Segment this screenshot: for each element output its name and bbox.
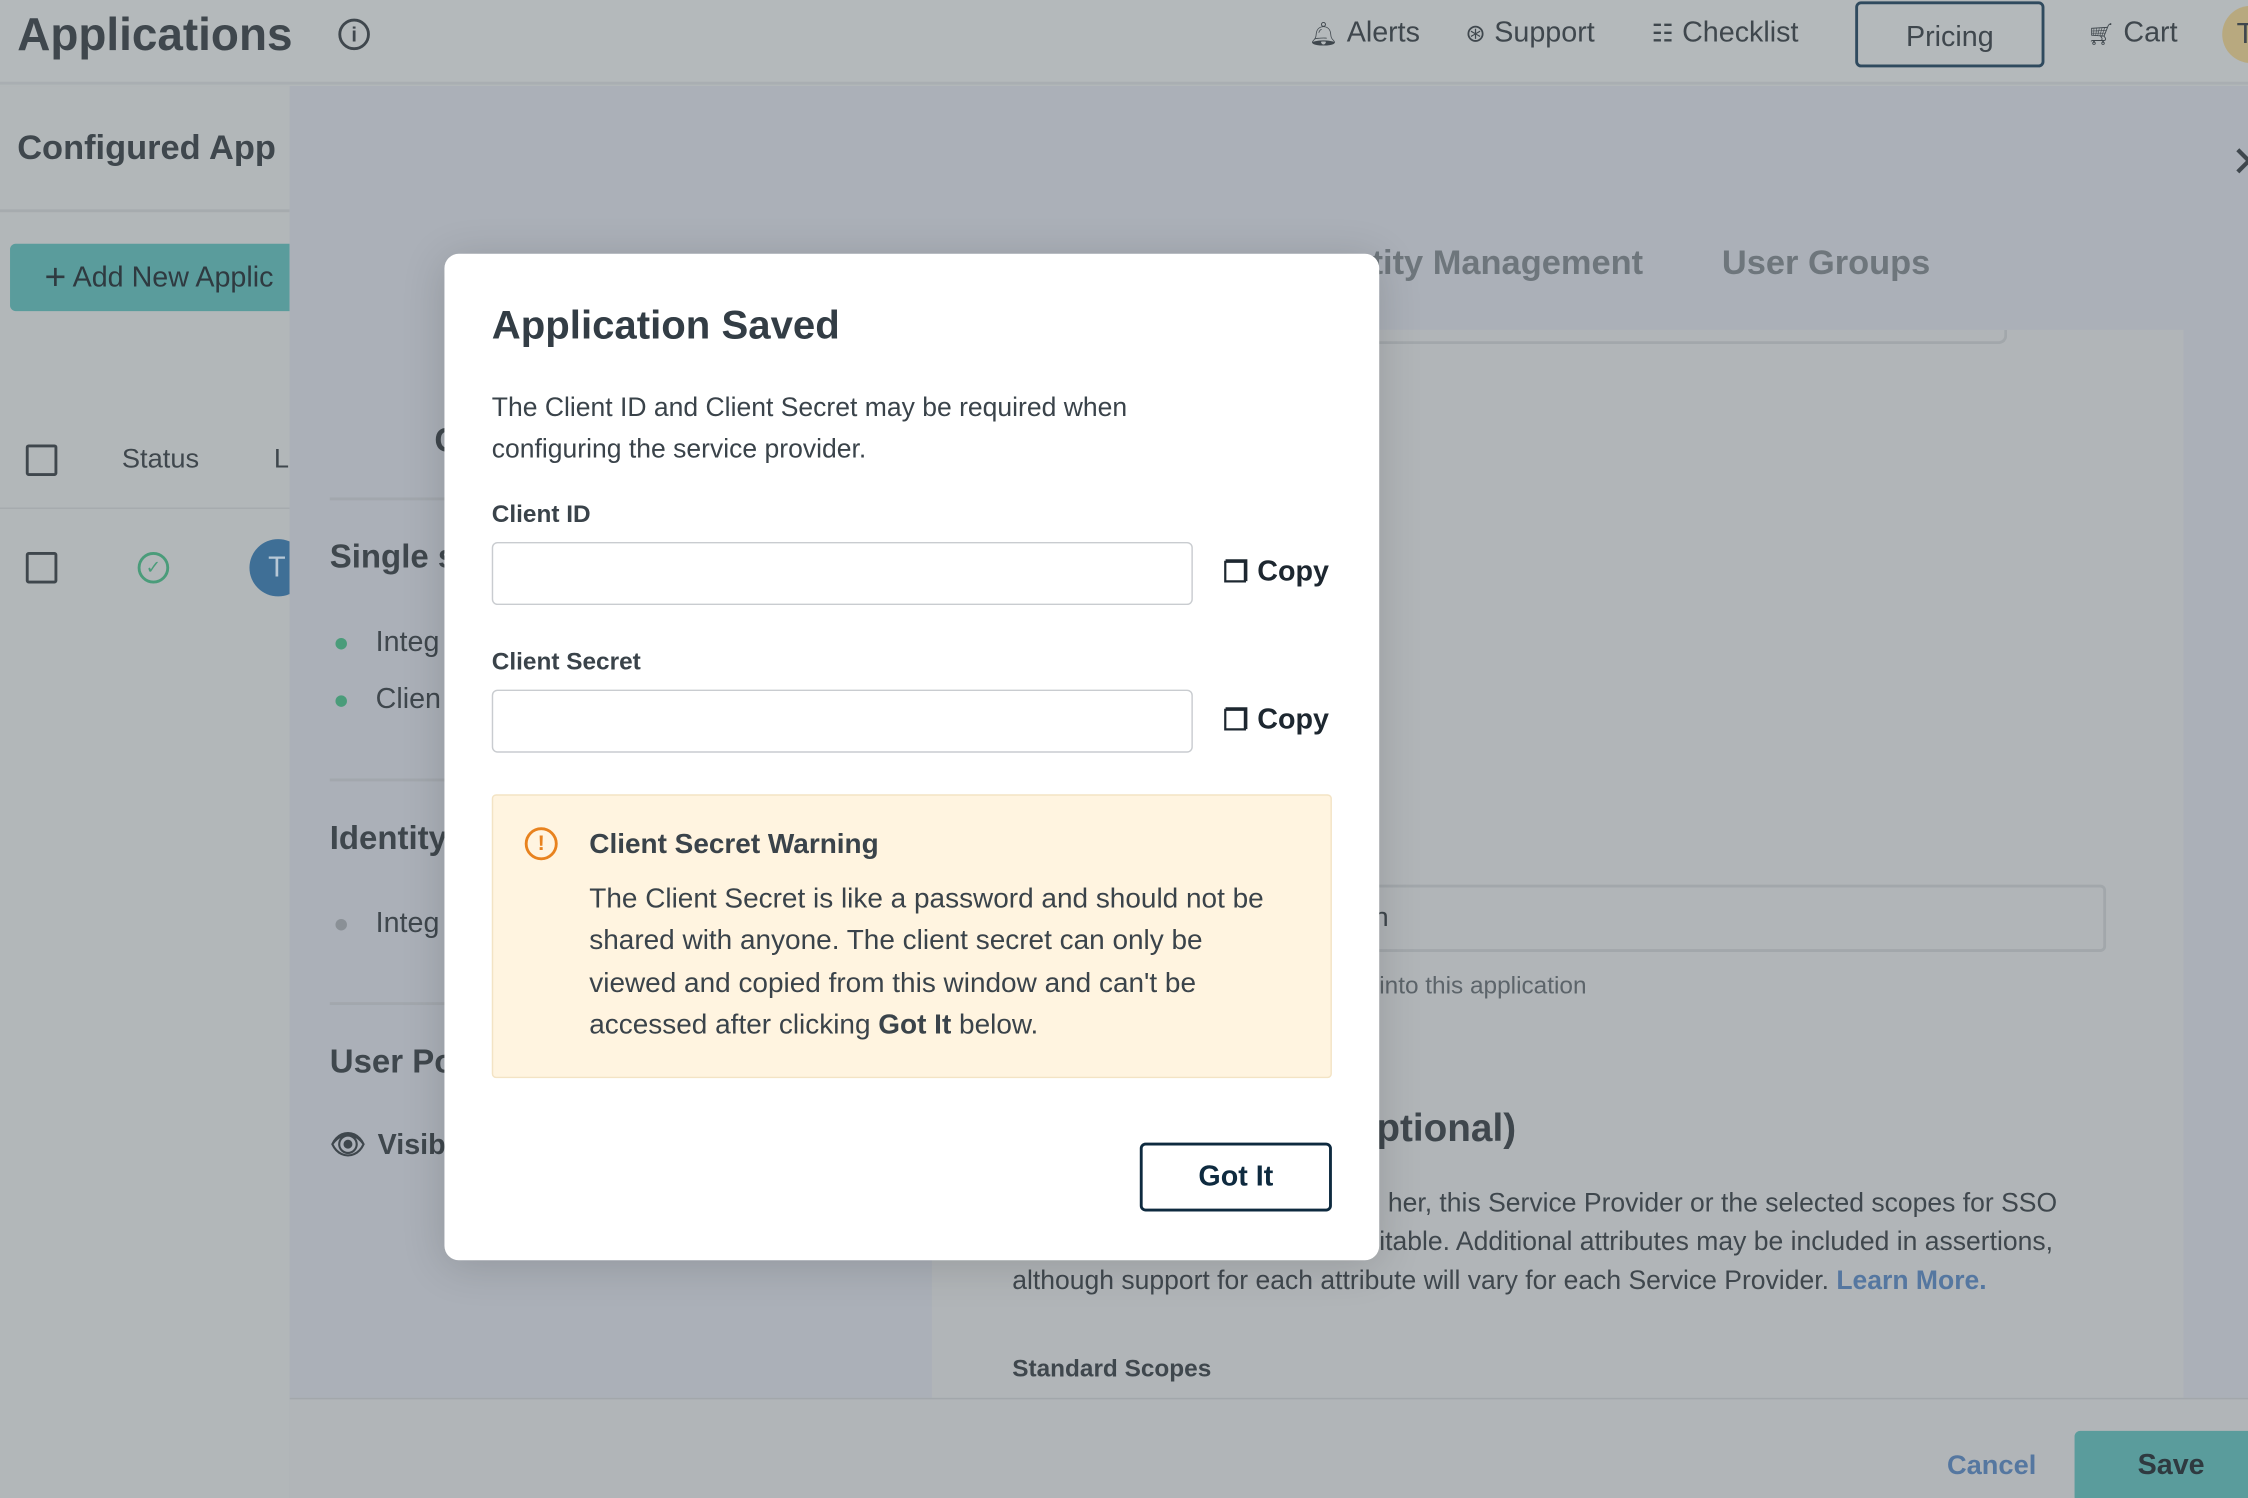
nav-label: Checklist bbox=[1682, 17, 1799, 49]
copy-client-id-button[interactable]: ❐ Copy bbox=[1223, 555, 1329, 591]
page-title: Applications bbox=[17, 8, 293, 61]
copy-label: Copy bbox=[1257, 703, 1329, 736]
client-secret-field[interactable] bbox=[491, 689, 1193, 753]
checklist-icon: ☷ bbox=[1651, 19, 1674, 47]
section-title: Identity bbox=[329, 818, 448, 856]
top-bar: Applications i 🔔︎ Alerts ⊛ Support ☷ Checkl… bbox=[0, 0, 2248, 85]
section-title: Configured App bbox=[17, 129, 276, 168]
tab-identity-management[interactable]: ntity Management bbox=[1351, 244, 1644, 284]
warning-line: viewed and copied from this window and c… bbox=[589, 967, 1197, 999]
helper-text: into this application bbox=[1379, 972, 1587, 1000]
standard-scopes-label: Standard Scopes bbox=[1012, 1354, 1212, 1383]
plus-icon: + bbox=[44, 255, 67, 299]
description-text: although support for each attribute will… bbox=[1012, 1264, 1829, 1295]
application-saved-dialog: Application Saved The Client ID and Clie… bbox=[444, 253, 1380, 1261]
eye-icon: 👁︎ bbox=[329, 1129, 367, 1162]
item-label: Integ bbox=[375, 626, 440, 659]
warning-line: accessed after clicking Got It below. bbox=[589, 1005, 1263, 1047]
got-it-button[interactable]: Got It bbox=[1139, 1142, 1332, 1212]
save-button[interactable]: Save bbox=[2074, 1430, 2248, 1498]
list-item: Integ bbox=[335, 908, 439, 941]
list-item: Integ bbox=[335, 627, 439, 660]
info-icon[interactable]: i bbox=[338, 18, 370, 51]
dialog-title: Application Saved bbox=[491, 302, 840, 347]
pricing-button[interactable]: Pricing bbox=[1855, 1, 2045, 68]
close-icon[interactable]: ✕ bbox=[2231, 138, 2248, 188]
copy-label: Copy bbox=[1257, 556, 1329, 588]
client-secret-warning: ! Client Secret Warning The Client Secre… bbox=[491, 794, 1332, 1079]
column-l[interactable]: L bbox=[274, 444, 289, 476]
cart-icon: 🛒︎ bbox=[2087, 22, 2115, 47]
nav-support[interactable]: ⊛ Support bbox=[1465, 17, 1594, 50]
nav-alerts[interactable]: 🔔︎ Alerts bbox=[1309, 17, 1420, 50]
list-item: Clien bbox=[335, 683, 441, 717]
applications-list-panel: Configured App + Add New Applic Status L… bbox=[0, 86, 290, 1498]
status-active-icon: ✓ bbox=[137, 551, 170, 584]
avatar[interactable]: T bbox=[2222, 5, 2248, 64]
item-label: Integ bbox=[375, 907, 440, 940]
item-label: Visibl bbox=[377, 1129, 454, 1162]
lifebuoy-icon: ⊛ bbox=[1465, 19, 1486, 47]
divider bbox=[0, 209, 290, 213]
client-secret-label: Client Secret bbox=[491, 648, 641, 676]
warning-icon: ! bbox=[524, 827, 558, 861]
nav-label: Alerts bbox=[1346, 17, 1420, 49]
warning-text-part: accessed after clicking bbox=[589, 1009, 879, 1041]
nav-checklist[interactable]: ☷ Checklist bbox=[1652, 17, 1799, 50]
app-avatar: T bbox=[249, 539, 290, 597]
divider bbox=[0, 507, 290, 509]
copy-icon: ❐ bbox=[1222, 705, 1249, 737]
client-id-field[interactable] bbox=[491, 541, 1193, 606]
cancel-button[interactable]: Cancel bbox=[1947, 1451, 2036, 1483]
client-id-label: Client ID bbox=[491, 500, 591, 528]
section-title: Single s bbox=[329, 537, 457, 575]
description-line: configuring the service provider. bbox=[491, 432, 867, 464]
status-dot bbox=[335, 694, 347, 707]
description: itable. Additional attributes may be inc… bbox=[1379, 1225, 2054, 1256]
status-dot bbox=[335, 918, 347, 931]
warning-text-bold: Got It bbox=[878, 1009, 952, 1041]
add-new-application-button[interactable]: + Add New Applic bbox=[10, 243, 290, 312]
select-all-checkbox[interactable] bbox=[25, 444, 58, 476]
learn-more-link[interactable]: Learn More. bbox=[1836, 1265, 1986, 1295]
warning-line: shared with anyone. The client secret ca… bbox=[589, 925, 1203, 957]
status-dot bbox=[335, 637, 347, 650]
warning-line: The Client Secret is like a password and… bbox=[589, 883, 1264, 915]
tab-user-groups[interactable]: User Groups bbox=[1722, 244, 1930, 284]
section-heading: ptional) bbox=[1376, 1106, 1517, 1150]
row-checkbox[interactable] bbox=[25, 551, 58, 584]
warning-title: Client Secret Warning bbox=[589, 828, 879, 861]
cart-button[interactable]: 🛒︎ Cart bbox=[2087, 17, 2177, 50]
dialog-description: The Client ID and Client Secret may be r… bbox=[492, 386, 1127, 469]
list-item: 👁︎ Visibl bbox=[330, 1127, 454, 1163]
input-field[interactable]: n bbox=[1362, 884, 2107, 952]
column-status[interactable]: Status bbox=[122, 444, 199, 476]
copy-icon: ❐ bbox=[1222, 557, 1249, 590]
warning-text: The Client Secret is like a password and… bbox=[589, 879, 1263, 1047]
button-label: Add New Applic bbox=[72, 262, 274, 294]
description-line: The Client ID and Client Secret may be r… bbox=[491, 391, 1128, 422]
warning-text-part: below. bbox=[951, 1009, 1039, 1041]
nav-label: Support bbox=[1494, 17, 1595, 49]
item-label: Clien bbox=[375, 683, 441, 716]
input-field[interactable] bbox=[1362, 329, 2008, 345]
cart-label: Cart bbox=[2123, 17, 2178, 49]
bell-icon: 🔔︎ bbox=[1308, 22, 1339, 47]
drawer-footer: Cancel Save bbox=[289, 1397, 2248, 1498]
description: although support for each attribute will… bbox=[1012, 1265, 1986, 1297]
section-title: User Po bbox=[329, 1042, 455, 1080]
copy-client-secret-button[interactable]: ❐ Copy bbox=[1223, 703, 1329, 739]
description: her, this Service Provider or the select… bbox=[1387, 1187, 2058, 1218]
